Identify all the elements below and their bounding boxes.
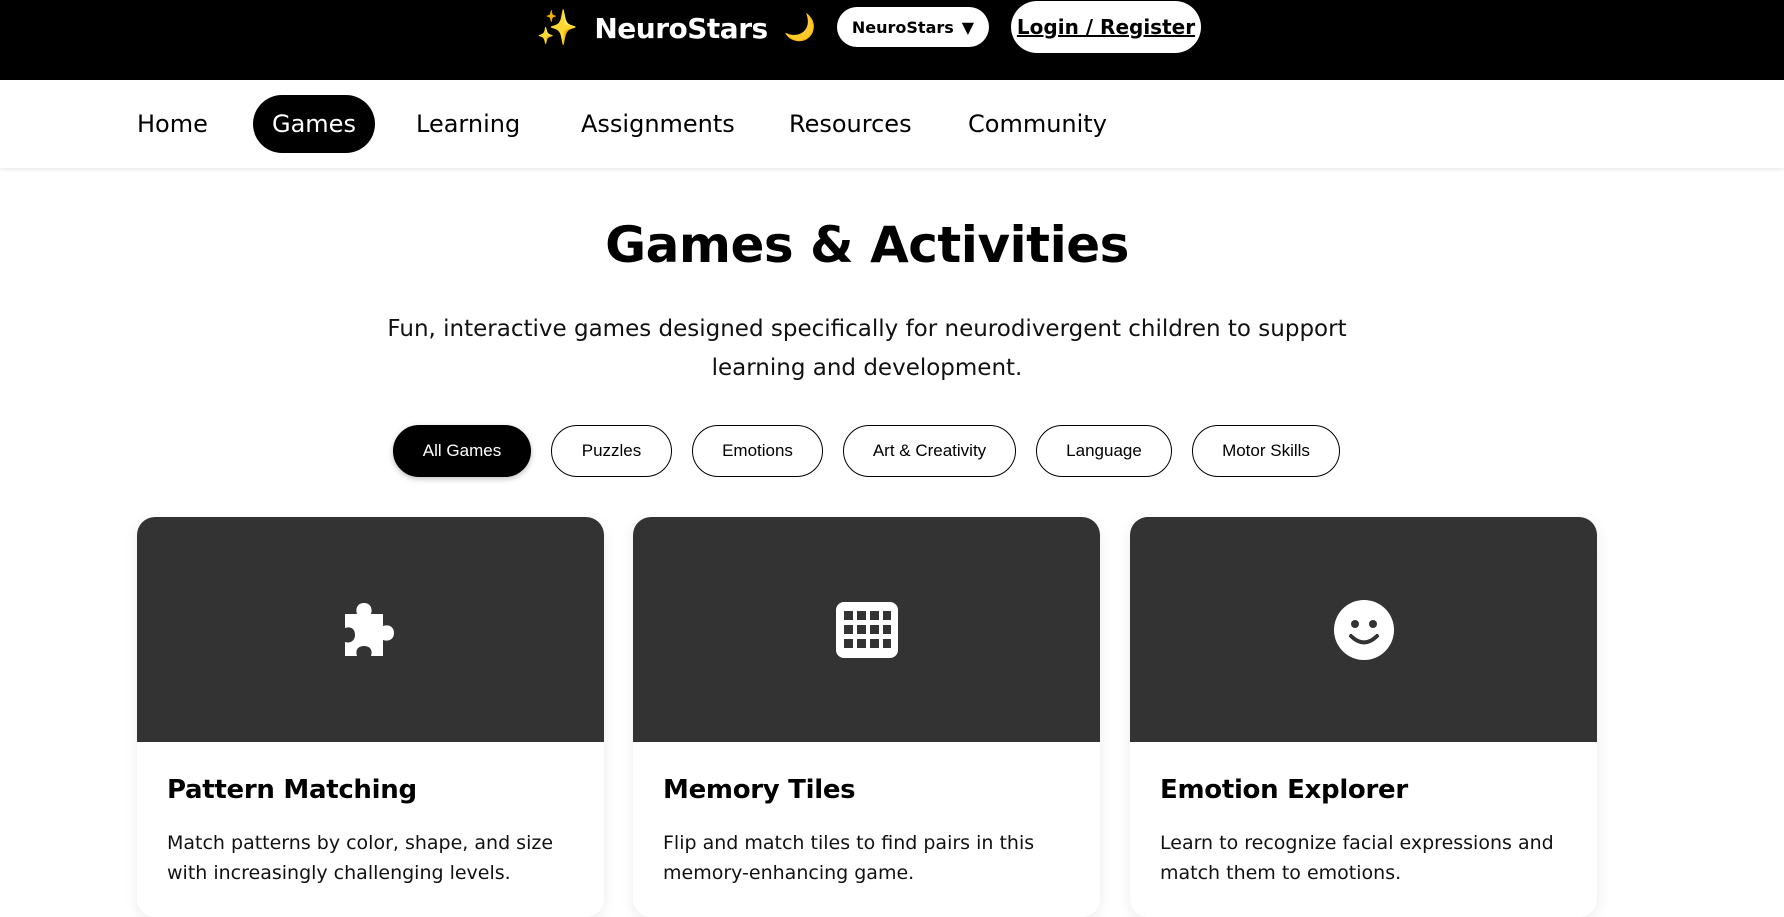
game-card-pattern-matching[interactable]: Pattern Matching Match patterns by color… <box>137 517 604 917</box>
card-description: Flip and match tiles to find pairs in th… <box>663 832 1035 884</box>
filter-language[interactable]: Language <box>1036 425 1172 477</box>
card-title: Pattern Matching <box>167 775 417 805</box>
brand-logo[interactable]: ✨ NeuroStars 🌙 <box>536 8 816 48</box>
chevron-down-icon: ▼ <box>961 17 975 37</box>
card-banner <box>1130 517 1597 742</box>
filter-puzzles[interactable]: Puzzles <box>551 425 672 477</box>
filter-all-games[interactable]: All Games <box>393 425 531 477</box>
brand-name: NeuroStars <box>594 11 768 45</box>
grid-icon <box>835 601 898 658</box>
site-select-value: NeuroStars <box>851 17 954 37</box>
main-nav: Home Games Learning Assignments Resource… <box>0 80 1784 168</box>
card-banner <box>633 517 1100 742</box>
nav-item-home[interactable]: Home <box>118 95 227 153</box>
top-bar: ✨ NeuroStars 🌙 NeuroStars ▼ Login / Regi… <box>0 0 1784 80</box>
nav-item-community[interactable]: Community <box>949 95 1126 153</box>
filter-motor-skills[interactable]: Motor Skills <box>1192 425 1340 477</box>
game-card-emotion-explorer[interactable]: Emotion Explorer Learn to recognize faci… <box>1130 517 1597 917</box>
filter-emotions[interactable]: Emotions <box>692 425 823 477</box>
card-banner <box>137 517 604 742</box>
nav-item-learning[interactable]: Learning <box>397 95 539 153</box>
page-title: Games & Activities <box>605 216 1129 274</box>
smiley-icon <box>1333 599 1394 660</box>
nav-item-assignments[interactable]: Assignments <box>562 95 754 153</box>
puzzle-icon <box>344 602 394 656</box>
card-description: Match patterns by color, shape, and size… <box>167 832 554 884</box>
moon-icon: 🌙 <box>783 13 817 43</box>
card-title: Memory Tiles <box>663 775 856 805</box>
filter-art-creativity[interactable]: Art & Creativity <box>843 425 1016 477</box>
game-card-memory-tiles[interactable]: Memory Tiles Flip and match tiles to fin… <box>633 517 1100 917</box>
nav-item-games[interactable]: Games <box>253 95 375 153</box>
site-select-dropdown[interactable]: NeuroStars ▼ <box>837 7 989 47</box>
card-description: Learn to recognize facial expressions an… <box>1160 832 1554 884</box>
nav-item-resources[interactable]: Resources <box>770 95 931 153</box>
page-subtitle: Fun, interactive games designed specific… <box>387 316 1347 381</box>
card-title: Emotion Explorer <box>1160 775 1408 805</box>
sparkle-icon: ✨ <box>536 8 579 48</box>
login-register-button[interactable]: Login / Register <box>1011 1 1201 53</box>
